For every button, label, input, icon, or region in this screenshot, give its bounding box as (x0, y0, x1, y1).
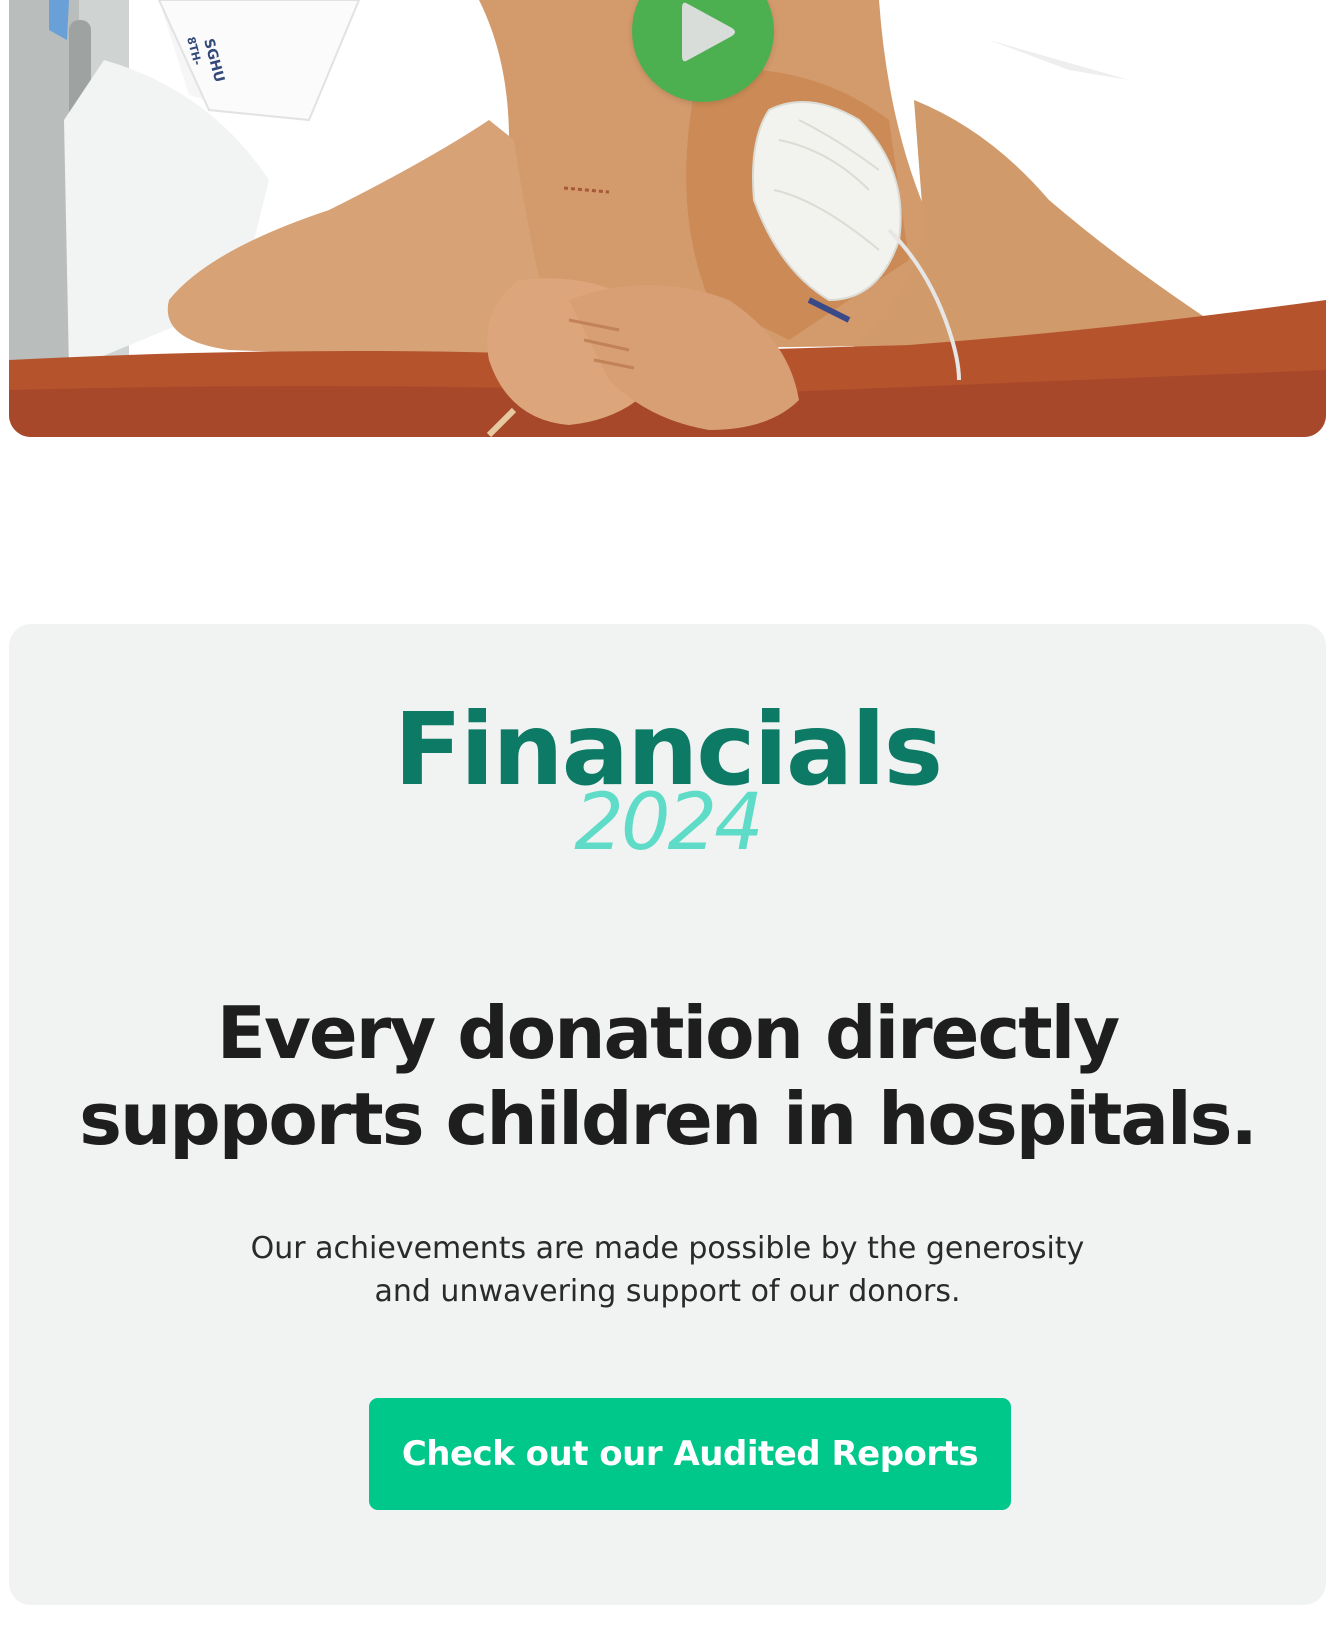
audited-reports-button[interactable]: Check out our Audited Reports (369, 1398, 1011, 1510)
description-line: and unwavering support of our donors. (374, 1274, 961, 1309)
description-line: Our achievements are made possible by th… (250, 1231, 1085, 1266)
financials-section: Financials 2024 Every donation directly … (9, 624, 1326, 1605)
heading-line: Every donation directly (216, 991, 1120, 1075)
heading-line: supports children in hospitals. (79, 1077, 1258, 1161)
financials-year: 2024 (574, 778, 764, 868)
play-icon (682, 2, 735, 62)
financials-heading: Every donation directly supports childre… (9, 990, 1326, 1162)
video-thumbnail[interactable]: SGHU 8TH- (9, 0, 1326, 437)
page: SGHU 8TH- Financials 2024 Every donation… (0, 0, 1335, 1645)
financials-description: Our achievements are made possible by th… (9, 1227, 1326, 1313)
